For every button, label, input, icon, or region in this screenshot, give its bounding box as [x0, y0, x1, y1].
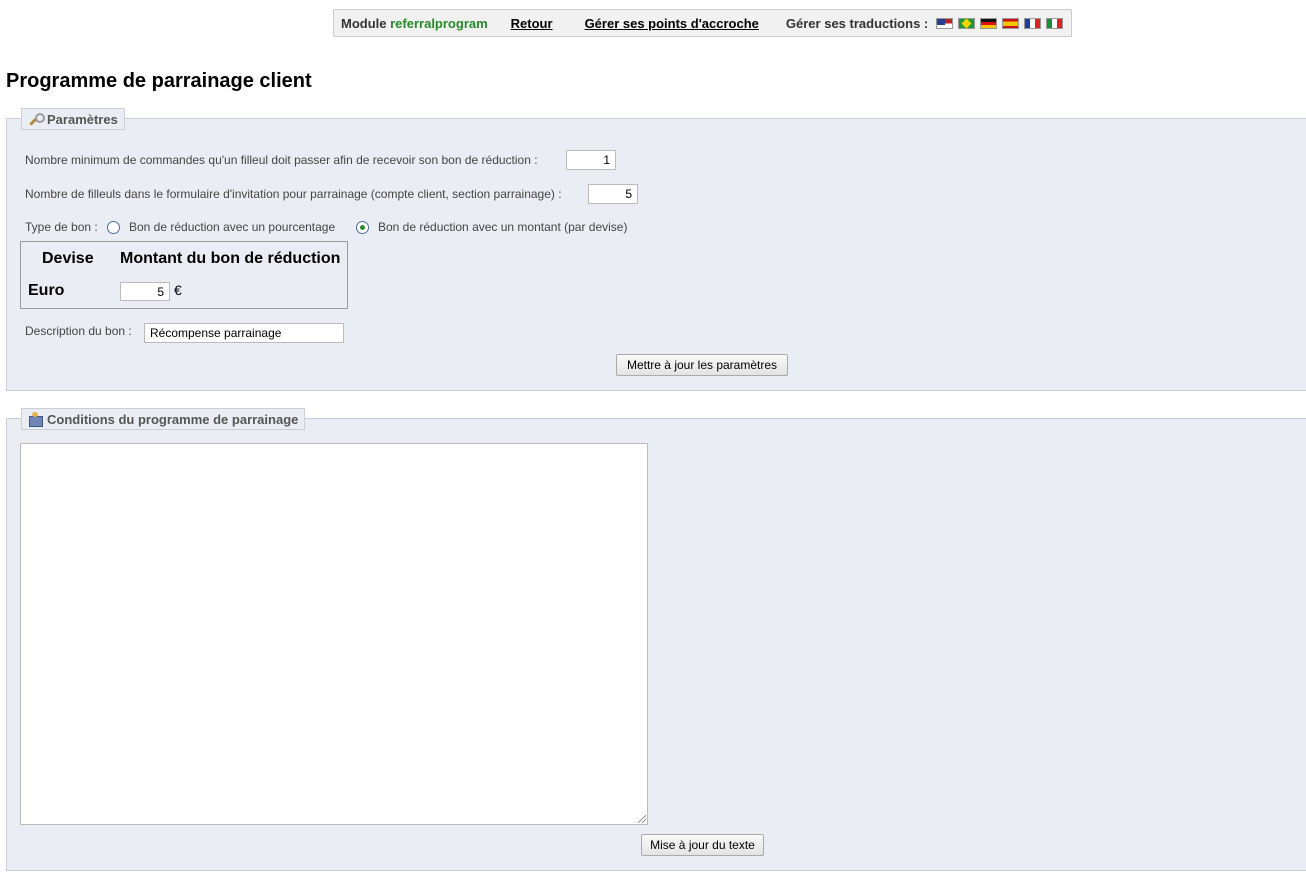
resize-handle-icon[interactable]: [638, 815, 646, 823]
conditions-icon: [27, 411, 43, 427]
description-input[interactable]: [144, 323, 344, 343]
back-link[interactable]: Retour: [511, 16, 553, 31]
de-flag-icon[interactable]: [980, 17, 998, 29]
page-title: Programme de parrainage client: [6, 70, 312, 92]
nb-friends-input[interactable]: [588, 184, 638, 204]
conditions-legend-label: Conditions du programme de parrainage: [47, 411, 299, 427]
br-flag-icon[interactable]: [958, 17, 976, 29]
amount-input[interactable]: [120, 282, 170, 301]
fr-flag-icon[interactable]: [1024, 17, 1042, 29]
wrench-icon: [27, 111, 45, 127]
module-toolbar: Module referralprogram Retour Gérer ses …: [333, 9, 1072, 37]
amount-radio[interactable]: [356, 221, 369, 234]
min-orders-input[interactable]: [566, 150, 616, 170]
es-flag-icon[interactable]: [1002, 17, 1020, 29]
module-name: referralprogram: [390, 15, 488, 31]
currency-header: Devise: [42, 250, 94, 267]
amount-header: Montant du bon de réduction: [120, 250, 341, 267]
voucher-type-label: Type de bon :: [25, 220, 98, 234]
nb-friends-label: Nombre de filleuls dans le formulaire d'…: [25, 187, 562, 201]
update-text-button[interactable]: Mise à jour du texte: [641, 834, 764, 856]
update-params-button[interactable]: Mettre à jour les paramètres: [616, 354, 788, 376]
amount-option-label: Bon de réduction avec un montant (par de…: [378, 220, 628, 234]
percentage-option-label: Bon de réduction avec un pourcentage: [129, 220, 336, 234]
currency-table: Devise Montant du bon de réduction Euro …: [20, 241, 348, 309]
us-flag-icon[interactable]: [936, 17, 954, 29]
conditions-legend: Conditions du programme de parrainage: [21, 408, 306, 430]
translations-label: Gérer ses traductions :: [785, 15, 929, 31]
currency-cell: Euro: [28, 282, 65, 299]
conditions-fieldset: Conditions du programme de parrainage Mi…: [6, 408, 1306, 871]
translation-flags: [936, 17, 1064, 29]
params-legend: Paramètres: [21, 108, 125, 130]
it-flag-icon[interactable]: [1046, 17, 1064, 29]
description-label: Description du bon :: [25, 324, 132, 338]
params-fieldset: Paramètres Nombre minimum de commandes q…: [6, 108, 1306, 391]
params-legend-label: Paramètres: [47, 111, 118, 127]
min-orders-label: Nombre minimum de commandes qu'un filleu…: [25, 153, 538, 167]
percentage-radio[interactable]: [107, 221, 120, 234]
currency-symbol: €: [174, 282, 182, 298]
conditions-textarea[interactable]: [20, 443, 648, 825]
module-prefix: Module: [341, 15, 387, 31]
manage-hooks-link[interactable]: Gérer ses points d'accroche: [585, 16, 759, 31]
